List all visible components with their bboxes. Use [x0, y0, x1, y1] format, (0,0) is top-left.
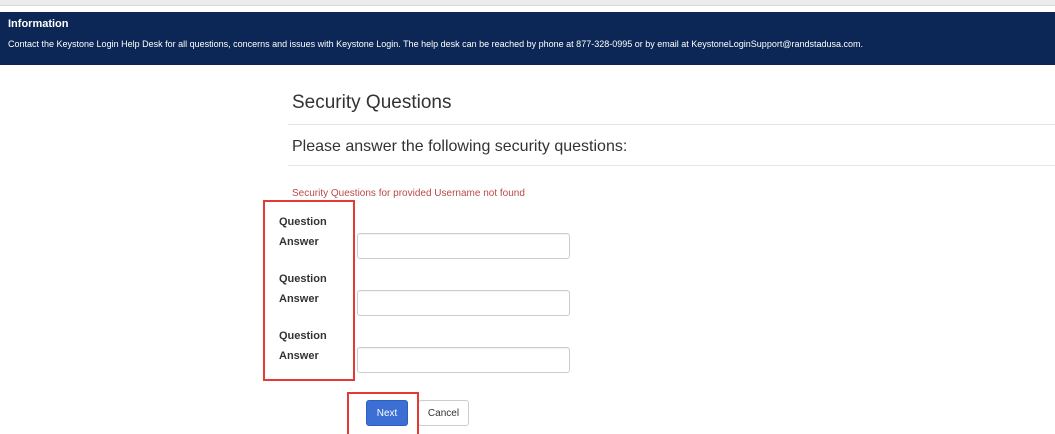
error-message: Security Questions for provided Username… — [292, 188, 525, 199]
information-text: Contact the Keystone Login Help Desk for… — [8, 39, 863, 49]
subtitle-divider — [288, 165, 1055, 166]
answer-input-3[interactable] — [357, 347, 570, 373]
information-banner: Information Contact the Keystone Login H… — [0, 12, 1055, 65]
answer-input-1[interactable] — [357, 233, 570, 259]
title-divider — [288, 124, 1055, 125]
answer-input-2[interactable] — [357, 290, 570, 316]
cancel-button[interactable]: Cancel — [418, 400, 469, 426]
page-title: Security Questions — [292, 92, 452, 113]
questions-highlight-box — [263, 200, 355, 381]
information-title: Information — [8, 18, 69, 30]
page-subtitle: Please answer the following security que… — [292, 138, 628, 155]
browser-top-strip — [0, 0, 1055, 6]
next-highlight-box — [347, 392, 419, 434]
